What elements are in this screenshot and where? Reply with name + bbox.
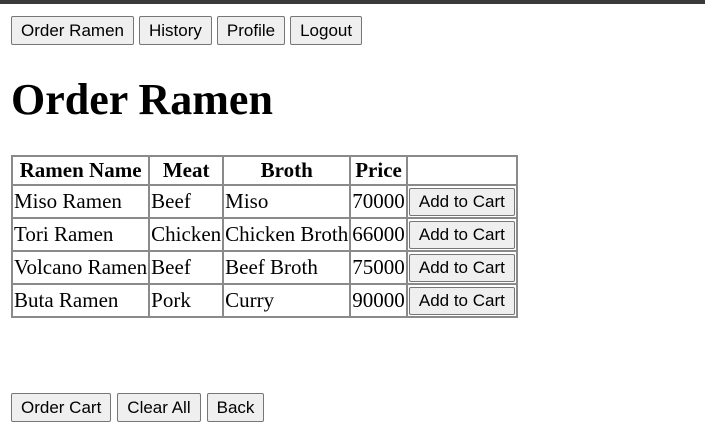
logout-button[interactable]: Logout	[290, 16, 363, 45]
cell-broth: Miso	[223, 185, 351, 218]
order-ramen-button[interactable]: Order Ramen	[11, 16, 134, 45]
add-to-cart-button[interactable]: Add to Cart	[408, 187, 515, 216]
cell-meat: Beef	[149, 251, 224, 284]
cell-price: 90000	[350, 284, 407, 317]
add-to-cart-button[interactable]: Add to Cart	[408, 286, 515, 315]
header-broth: Broth	[223, 156, 351, 185]
cell-price: 66000	[350, 218, 407, 251]
profile-button[interactable]: Profile	[216, 16, 286, 45]
cell-action: Add to Cart	[406, 218, 517, 251]
nav-bar: Order Ramen History Profile Logout	[11, 16, 363, 45]
cell-meat: Pork	[149, 284, 224, 317]
cell-action: Add to Cart	[406, 251, 517, 284]
cell-broth: Chicken Broth	[223, 218, 351, 251]
table-row: Buta Ramen Pork Curry 90000 Add to Cart	[12, 284, 517, 317]
cell-ramen-name: Tori Ramen	[12, 218, 150, 251]
page-title: Order Ramen	[11, 75, 273, 124]
header-ramen-name: Ramen Name	[12, 156, 150, 185]
history-button[interactable]: History	[138, 16, 212, 45]
cell-ramen-name: Miso Ramen	[12, 185, 150, 218]
cell-action: Add to Cart	[406, 185, 517, 218]
order-cart-button[interactable]: Order Cart	[11, 393, 112, 422]
cell-price: 75000	[350, 251, 407, 284]
cell-meat: Beef	[149, 185, 224, 218]
cell-action: Add to Cart	[406, 284, 517, 317]
top-bar	[0, 0, 705, 4]
back-button[interactable]: Back	[206, 393, 265, 422]
cell-broth: Curry	[223, 284, 351, 317]
add-to-cart-button[interactable]: Add to Cart	[408, 253, 515, 282]
table-row: Miso Ramen Beef Miso 70000 Add to Cart	[12, 185, 517, 218]
cell-ramen-name: Volcano Ramen	[12, 251, 150, 284]
cart-actions: Order Cart Clear All Back	[11, 393, 265, 422]
table-header-row: Ramen Name Meat Broth Price	[12, 156, 517, 185]
cell-meat: Chicken	[149, 218, 224, 251]
ramen-table: Ramen Name Meat Broth Price Miso Ramen B…	[11, 155, 518, 318]
clear-all-button[interactable]: Clear All	[117, 393, 201, 422]
cell-price: 70000	[350, 185, 407, 218]
add-to-cart-button[interactable]: Add to Cart	[408, 220, 515, 249]
table-row: Volcano Ramen Beef Beef Broth 75000 Add …	[12, 251, 517, 284]
header-price: Price	[350, 156, 407, 185]
header-meat: Meat	[149, 156, 224, 185]
cell-ramen-name: Buta Ramen	[12, 284, 150, 317]
header-action	[406, 156, 517, 185]
cell-broth: Beef Broth	[223, 251, 351, 284]
table-row: Tori Ramen Chicken Chicken Broth 66000 A…	[12, 218, 517, 251]
